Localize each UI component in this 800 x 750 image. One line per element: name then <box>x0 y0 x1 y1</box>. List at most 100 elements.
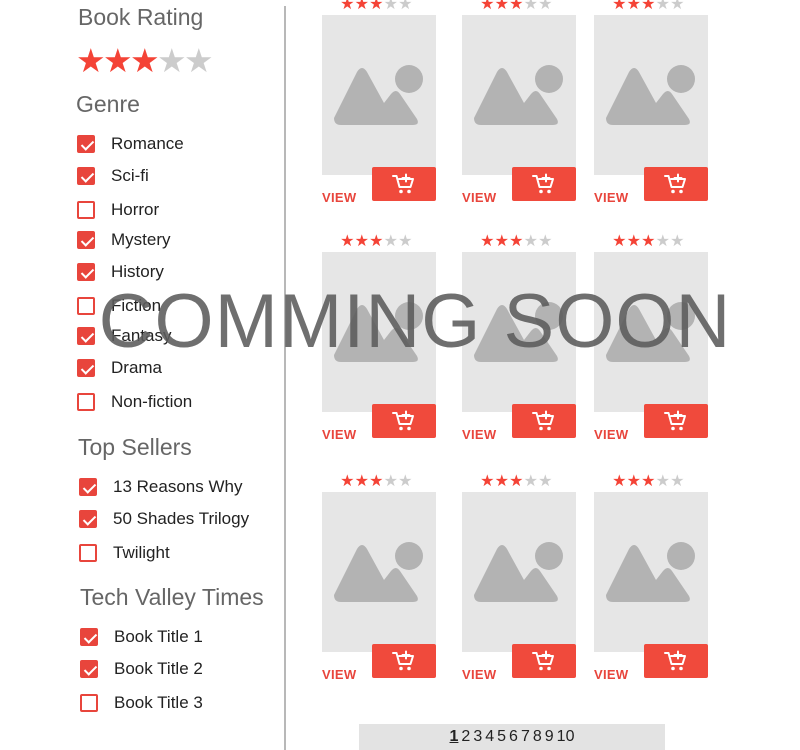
view-link[interactable]: VIEW <box>322 667 356 682</box>
page-link[interactable]: 9 <box>545 728 554 746</box>
genre-filter-row[interactable]: Romance <box>77 132 184 156</box>
star-icon: ★ <box>626 473 641 490</box>
genre-filter-row[interactable]: Non-fiction <box>77 390 192 414</box>
checkbox[interactable] <box>77 327 95 345</box>
add-to-cart-button[interactable] <box>512 644 576 678</box>
rating-star-icon[interactable]: ★ <box>130 44 160 77</box>
genre-filter-label: Horror <box>111 200 160 219</box>
checkbox[interactable] <box>79 544 97 562</box>
product-card: ★ ★ ★ ★ ★ VIEW <box>322 473 457 717</box>
view-link[interactable]: VIEW <box>462 667 496 682</box>
view-link[interactable]: VIEW <box>462 190 496 205</box>
page-link[interactable]: 8 <box>533 728 542 746</box>
genre-filter-row[interactable]: Mystery <box>77 228 171 252</box>
add-to-cart-button[interactable] <box>372 167 436 201</box>
add-to-cart-button[interactable] <box>512 167 576 201</box>
checkbox[interactable] <box>80 660 98 678</box>
star-icon: ★ <box>538 473 553 490</box>
product-image[interactable] <box>322 15 436 175</box>
checkbox[interactable] <box>77 297 95 315</box>
checkbox[interactable] <box>79 478 97 496</box>
genre-filter-row[interactable]: Sci-fi <box>77 164 149 188</box>
product-image[interactable] <box>594 15 708 175</box>
tech-valley-times-filter-row[interactable]: Book Title 2 <box>80 657 203 681</box>
genre-filter-row[interactable]: Fiction <box>77 294 161 318</box>
rating-stars[interactable]: ★ ★ ★ ★ ★ <box>76 44 214 77</box>
tech-valley-times-title: Tech Valley Times <box>80 584 264 610</box>
page-link[interactable]: 6 <box>509 728 518 746</box>
image-placeholder-icon <box>334 302 423 362</box>
checkbox[interactable] <box>77 201 95 219</box>
star-icon: ★ <box>641 473 656 490</box>
view-link[interactable]: VIEW <box>322 427 356 442</box>
product-image[interactable] <box>594 492 708 652</box>
checkbox[interactable] <box>77 359 95 377</box>
checkbox[interactable] <box>80 694 98 712</box>
star-icon: ★ <box>480 473 495 490</box>
genre-filter-label: Fantasy <box>111 326 172 345</box>
checkbox[interactable] <box>80 628 98 646</box>
product-image[interactable] <box>462 252 576 412</box>
page-link[interactable]: 10 <box>557 728 575 746</box>
add-to-cart-icon <box>392 410 414 431</box>
product-image[interactable] <box>322 252 436 412</box>
page-link[interactable]: 5 <box>497 728 506 746</box>
genre-filter-label: Non-fiction <box>111 392 193 411</box>
star-icon: ★ <box>509 0 524 13</box>
genre-filter-label: Romance <box>111 134 184 153</box>
product-card: ★ ★ ★ ★ ★ VIEW <box>594 234 729 477</box>
genre-filter-row[interactable]: Drama <box>77 356 162 380</box>
page-link[interactable]: 7 <box>521 728 530 746</box>
product-image[interactable] <box>462 15 576 175</box>
star-icon: ★ <box>670 473 685 490</box>
tech-valley-times-filter-row[interactable]: Book Title 3 <box>80 691 203 715</box>
top-seller-filter-row[interactable]: 50 Shades Trilogy <box>79 507 249 531</box>
rating-star-icon[interactable]: ★ <box>157 44 187 77</box>
checkbox[interactable] <box>77 231 95 249</box>
checkbox[interactable] <box>77 167 95 185</box>
product-image[interactable] <box>594 252 708 412</box>
view-link[interactable]: VIEW <box>322 190 356 205</box>
checkbox[interactable] <box>79 510 97 528</box>
page-link[interactable]: 1 <box>450 728 459 746</box>
rating-star-icon[interactable]: ★ <box>184 44 214 77</box>
view-link[interactable]: VIEW <box>462 427 496 442</box>
star-icon: ★ <box>383 473 398 490</box>
genre-filter-row[interactable]: Fantasy <box>77 324 171 348</box>
genre-filter-label: Sci-fi <box>111 166 149 185</box>
rating-star-icon[interactable]: ★ <box>76 44 106 77</box>
checkbox[interactable] <box>77 263 95 281</box>
product-card: ★ ★ ★ ★ ★ VIEW <box>322 0 457 240</box>
add-to-cart-button[interactable] <box>512 404 576 438</box>
star-icon: ★ <box>538 0 553 13</box>
page-link[interactable]: 4 <box>485 728 494 746</box>
star-icon: ★ <box>383 233 398 250</box>
product-card: ★ ★ ★ ★ ★ VIEW <box>462 0 597 240</box>
star-icon: ★ <box>523 233 538 250</box>
image-placeholder-icon <box>606 302 695 362</box>
view-link[interactable]: VIEW <box>594 667 628 682</box>
checkbox[interactable] <box>77 393 95 411</box>
view-link[interactable]: VIEW <box>594 427 628 442</box>
checkbox[interactable] <box>77 135 95 153</box>
add-to-cart-button[interactable] <box>644 167 708 201</box>
rating-star-icon[interactable]: ★ <box>103 44 133 77</box>
product-image[interactable] <box>322 492 436 652</box>
star-icon: ★ <box>641 0 656 13</box>
product-image[interactable] <box>462 492 576 652</box>
star-icon: ★ <box>626 0 641 13</box>
genre-filter-row[interactable]: History <box>77 260 164 284</box>
top-seller-filter-row[interactable]: Twilight <box>79 541 170 565</box>
top-seller-filter-label: Twilight <box>113 543 170 562</box>
add-to-cart-button[interactable] <box>372 644 436 678</box>
add-to-cart-button[interactable] <box>372 404 436 438</box>
view-link[interactable]: VIEW <box>594 190 628 205</box>
tech-valley-times-filter-row[interactable]: Book Title 1 <box>80 625 203 649</box>
page-link[interactable]: 3 <box>473 728 482 746</box>
page-link[interactable]: 2 <box>461 728 470 746</box>
top-seller-filter-row[interactable]: 13 Reasons Why <box>79 475 242 499</box>
genre-filter-row[interactable]: Horror <box>77 198 159 222</box>
star-icon: ★ <box>480 233 495 250</box>
add-to-cart-button[interactable] <box>644 644 708 678</box>
add-to-cart-button[interactable] <box>644 404 708 438</box>
